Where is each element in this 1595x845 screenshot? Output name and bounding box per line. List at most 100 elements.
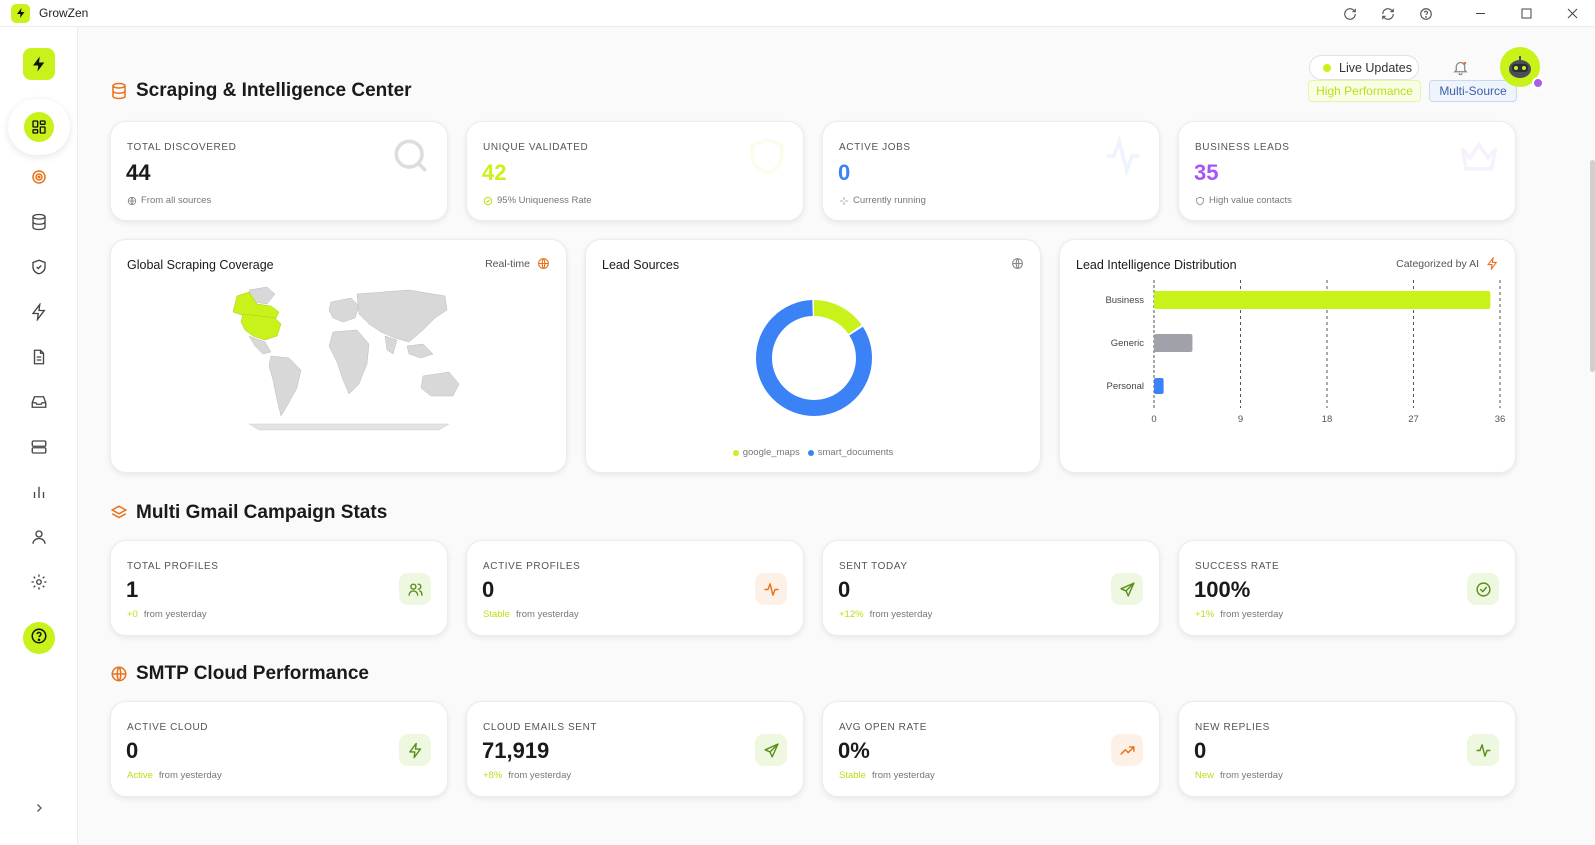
stat-value: 1 (126, 577, 139, 602)
stat-value: 42 (482, 160, 507, 185)
globe-icon (537, 257, 550, 270)
sidebar-item-automation[interactable] (24, 299, 54, 329)
sidebar-item-dashboard[interactable] (8, 99, 70, 155)
target-icon (30, 168, 48, 191)
live-updates-badge: Live Updates (1309, 55, 1419, 80)
activity-icon (1101, 134, 1145, 183)
server-icon (30, 438, 48, 461)
stat-label: ACTIVE JOBS (839, 142, 911, 153)
section-title-text: Scraping & Intelligence Center (136, 80, 412, 101)
distribution-bar-chart[interactable]: 0 9 18 27 36 Business Generic Personal (1060, 240, 1517, 474)
activity-icon (1467, 734, 1499, 766)
stat-card-success-rate: SUCCESS RATE 100% +1% from yesterday (1178, 540, 1516, 636)
legend-label: smart_documents (817, 447, 894, 458)
sidebar-expand-button[interactable] (28, 799, 50, 821)
sync-icon[interactable] (1369, 0, 1407, 27)
stat-sub-text: High value contacts (1209, 195, 1292, 206)
bar-personal[interactable] (1154, 378, 1164, 394)
stat-sub-text: From all sources (141, 195, 212, 206)
stat-sub: New from yesterday (1195, 770, 1283, 781)
scrollbar[interactable] (1590, 160, 1595, 372)
x-tick-label: 0 (1151, 414, 1156, 425)
stat-delta: Stable (839, 770, 866, 781)
crown-icon (1457, 134, 1501, 183)
x-tick-label: 18 (1322, 414, 1333, 425)
chevron-right-icon (33, 801, 45, 819)
globe-icon (110, 665, 128, 683)
coverage-tag-text: Real-time (485, 257, 530, 270)
stat-value: 71,919 (482, 738, 550, 763)
stat-sub: From all sources (127, 195, 211, 206)
stat-label: UNIQUE VALIDATED (483, 142, 589, 153)
sidebar-help-button[interactable] (23, 622, 55, 654)
globe-icon (127, 196, 137, 206)
map-europe (328, 297, 360, 323)
lightning-icon (399, 734, 431, 766)
stat-delta: +8% (483, 770, 503, 781)
sidebar-item-servers[interactable] (24, 434, 54, 464)
stat-delta: Active (127, 770, 153, 781)
stat-label: ACTIVE PROFILES (483, 561, 581, 572)
stat-sub-text: 95% Uniqueness Rate (497, 195, 592, 206)
maximize-button[interactable] (1503, 0, 1549, 27)
lead-sources-card: Lead Sources google_maps smart_documents (585, 239, 1041, 473)
y-tick-label: Generic (1111, 338, 1145, 349)
stat-sub-text: from yesterday (869, 609, 933, 620)
section-title-gmail: Multi Gmail Campaign Stats (110, 502, 387, 524)
stat-card-active-profiles: ACTIVE PROFILES 0 Stable from yesterday (466, 540, 804, 636)
stat-delta: +12% (839, 609, 864, 620)
sidebar-item-inbox[interactable] (24, 389, 54, 419)
bar-chart-icon (30, 483, 48, 506)
stat-value: 100% (1194, 577, 1251, 602)
question-icon (30, 627, 48, 650)
stat-sub: Stable from yesterday (483, 609, 579, 620)
section-title-text: SMTP Cloud Performance (136, 663, 369, 684)
map-se-asia (406, 343, 434, 359)
stat-sub-text: from yesterday (871, 770, 935, 781)
notification-bell-icon[interactable] (1449, 56, 1471, 78)
lead-sources-donut[interactable] (749, 293, 879, 423)
users-icon (399, 573, 431, 605)
minimize-button[interactable] (1457, 0, 1503, 27)
sidebar-item-profile[interactable] (24, 524, 54, 554)
x-tick-label: 9 (1238, 414, 1243, 425)
sidebar-item-analytics[interactable] (24, 479, 54, 509)
sidebar-item-database[interactable] (24, 209, 54, 239)
bar-business[interactable] (1154, 291, 1491, 309)
stat-value: 0 (838, 577, 851, 602)
globe-icon (1011, 257, 1024, 270)
send-icon (1111, 573, 1143, 605)
bar-generic[interactable] (1154, 334, 1193, 352)
stat-card-total-profiles: TOTAL PROFILES 1 +0 from yesterday (110, 540, 448, 636)
legend-swatch (807, 449, 814, 456)
stat-card-avg-open-rate: AVG OPEN RATE 0% Stable from yesterday (822, 701, 1160, 797)
sidebar-item-settings[interactable] (24, 569, 54, 599)
stat-value: 0 (1194, 738, 1207, 763)
sidebar (0, 27, 78, 845)
shield-icon (1195, 196, 1205, 206)
world-map[interactable] (209, 284, 489, 434)
legend-swatch (732, 449, 739, 456)
sidebar-item-documents[interactable] (24, 344, 54, 374)
check-circle-icon (483, 196, 493, 206)
y-tick-label: Business (1105, 295, 1144, 306)
section-title-smtp: SMTP Cloud Performance (110, 663, 369, 685)
sidebar-item-targeting[interactable] (24, 164, 54, 194)
document-icon (30, 348, 48, 371)
reload-icon[interactable] (1331, 0, 1369, 27)
sidebar-item-verify[interactable] (24, 254, 54, 284)
stat-card-unique-validated: UNIQUE VALIDATED 42 95% Uniqueness Rate (466, 121, 804, 221)
gear-icon (30, 573, 48, 596)
map-south-america (268, 355, 302, 417)
stat-sub: 95% Uniqueness Rate (483, 195, 592, 206)
help-icon[interactable] (1407, 0, 1445, 27)
stat-value: 0 (482, 577, 495, 602)
database-icon (110, 81, 128, 101)
stat-card-total-discovered: TOTAL DISCOVERED 44 From all sources (110, 121, 448, 221)
close-button[interactable] (1549, 0, 1595, 27)
sidebar-logo-icon[interactable] (23, 48, 55, 80)
stat-card-cloud-emails-sent: CLOUD EMAILS SENT 71,919 +8% from yesterday (466, 701, 804, 797)
stat-sub-text: Currently running (853, 195, 926, 206)
avatar[interactable] (1500, 47, 1544, 89)
app-name: GrowZen (39, 6, 89, 20)
